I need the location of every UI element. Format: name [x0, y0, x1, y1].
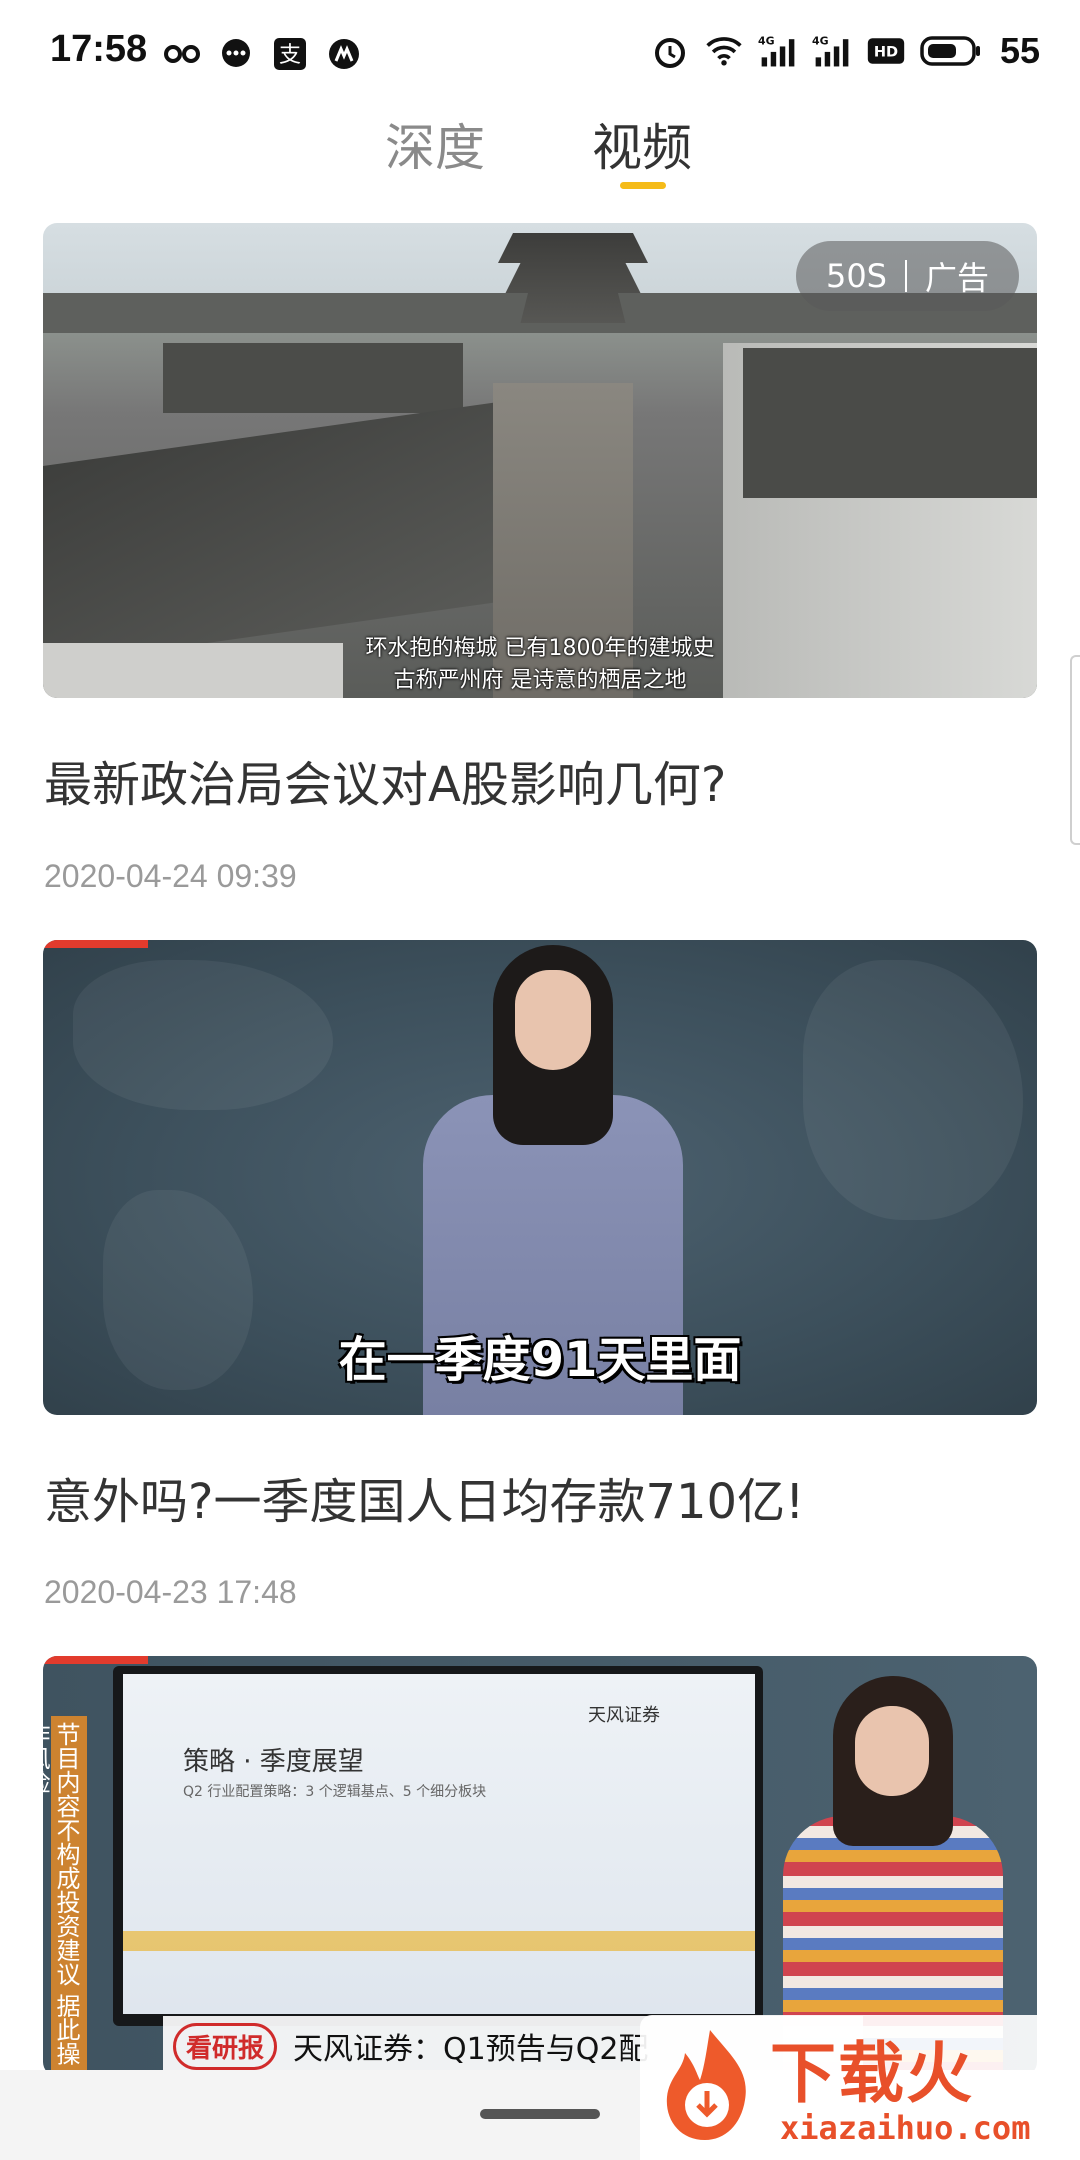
tab-video[interactable]: 视频 — [592, 108, 692, 180]
app-icon — [324, 34, 364, 74]
video-subtitle-line1: 环水抱的梅城 已有1800年的建城史 — [365, 636, 715, 661]
video-thumbnail[interactable]: 在一季度91天里面 — [43, 940, 1037, 1415]
article-title[interactable]: 意外吗?一季度国人日均存款710亿! — [44, 1462, 804, 1532]
status-bar: 17:58 支 4G 4G HD 55 — [0, 0, 1080, 100]
ad-badge[interactable]: 50S 广告 — [795, 241, 1019, 311]
video-subtitle-line2: 古称严州府 是诗意的栖居之地 — [393, 668, 687, 693]
watermark: 下载火 xiazaihuo.com — [640, 2015, 1080, 2160]
signal-4g-icon: 4G — [812, 31, 852, 71]
watermark-title: 下载火 — [770, 2035, 974, 2112]
alarm-icon — [650, 31, 690, 71]
flame-logo-icon — [655, 2025, 765, 2145]
status-left-icons: 支 — [162, 34, 364, 74]
report-brand: 天风证券 — [588, 1705, 660, 1726]
ad-separator — [904, 260, 907, 292]
alipay-icon: 支 — [270, 34, 310, 74]
disclaimer-vertical-text: 节目内容不构成投资建议 据此操作风险 — [43, 1716, 87, 2076]
article-date: 2020-04-24 09:39 — [44, 858, 297, 894]
lower-third-title: 天风证券：Q1预告与Q2配 — [293, 2032, 649, 2067]
svg-text:HD: HD — [874, 44, 898, 60]
signal-4g-icon: 4G — [758, 31, 798, 71]
svg-text:支: 支 — [279, 43, 301, 68]
red-tag — [43, 1656, 148, 1664]
battery-icon — [920, 31, 982, 71]
report-heading: 策略 · 季度展望 — [183, 1747, 364, 1777]
report-subheading: Q2 行业配置策略：3 个逻辑基点、5 个细分板块 — [183, 1784, 487, 1800]
report-slide — [123, 1674, 755, 2014]
article-title[interactable]: 最新政治局会议对A股影响几何? — [44, 745, 726, 815]
svg-text:4G: 4G — [758, 35, 775, 48]
ad-duration: 50S — [825, 257, 887, 295]
ad-label: 广告 — [924, 259, 989, 297]
top-tabs: 深度 视频 — [0, 100, 1080, 200]
message-icon — [216, 34, 256, 74]
video-thumbnail-ad[interactable]: 50S 广告 环水抱的梅城 已有1800年的建城史 古称严州府 是诗意的栖居之地 — [43, 223, 1037, 698]
video-caption: 在一季度91天里面 — [338, 1332, 742, 1388]
home-indicator[interactable] — [480, 2109, 600, 2119]
hd-icon: HD — [866, 31, 906, 71]
tab-depth[interactable]: 深度 — [385, 108, 485, 180]
red-tag — [43, 940, 148, 948]
svg-text:4G: 4G — [812, 35, 829, 48]
status-time: 17:58 — [50, 28, 148, 70]
active-tab-indicator — [620, 182, 666, 189]
show-badge: 看研报 — [173, 2022, 278, 2070]
battery-level: 55 — [999, 30, 1040, 71]
video-thumbnail[interactable]: 天风证券 策略 · 季度展望 Q2 行业配置策略：3 个逻辑基点、5 个细分板块… — [43, 1656, 1037, 2076]
wifi-icon — [704, 31, 744, 71]
watermark-url: xiazaihuo.com — [780, 2109, 1031, 2147]
infinity-icon — [162, 34, 202, 74]
thumbnail-image: 天风证券 策略 · 季度展望 Q2 行业配置策略：3 个逻辑基点、5 个细分板块… — [43, 1656, 1037, 2076]
status-right-icons: 4G 4G HD 55 — [650, 30, 1040, 72]
article-date: 2020-04-23 17:48 — [44, 1574, 297, 1610]
side-scroll-handle[interactable] — [1070, 655, 1080, 845]
